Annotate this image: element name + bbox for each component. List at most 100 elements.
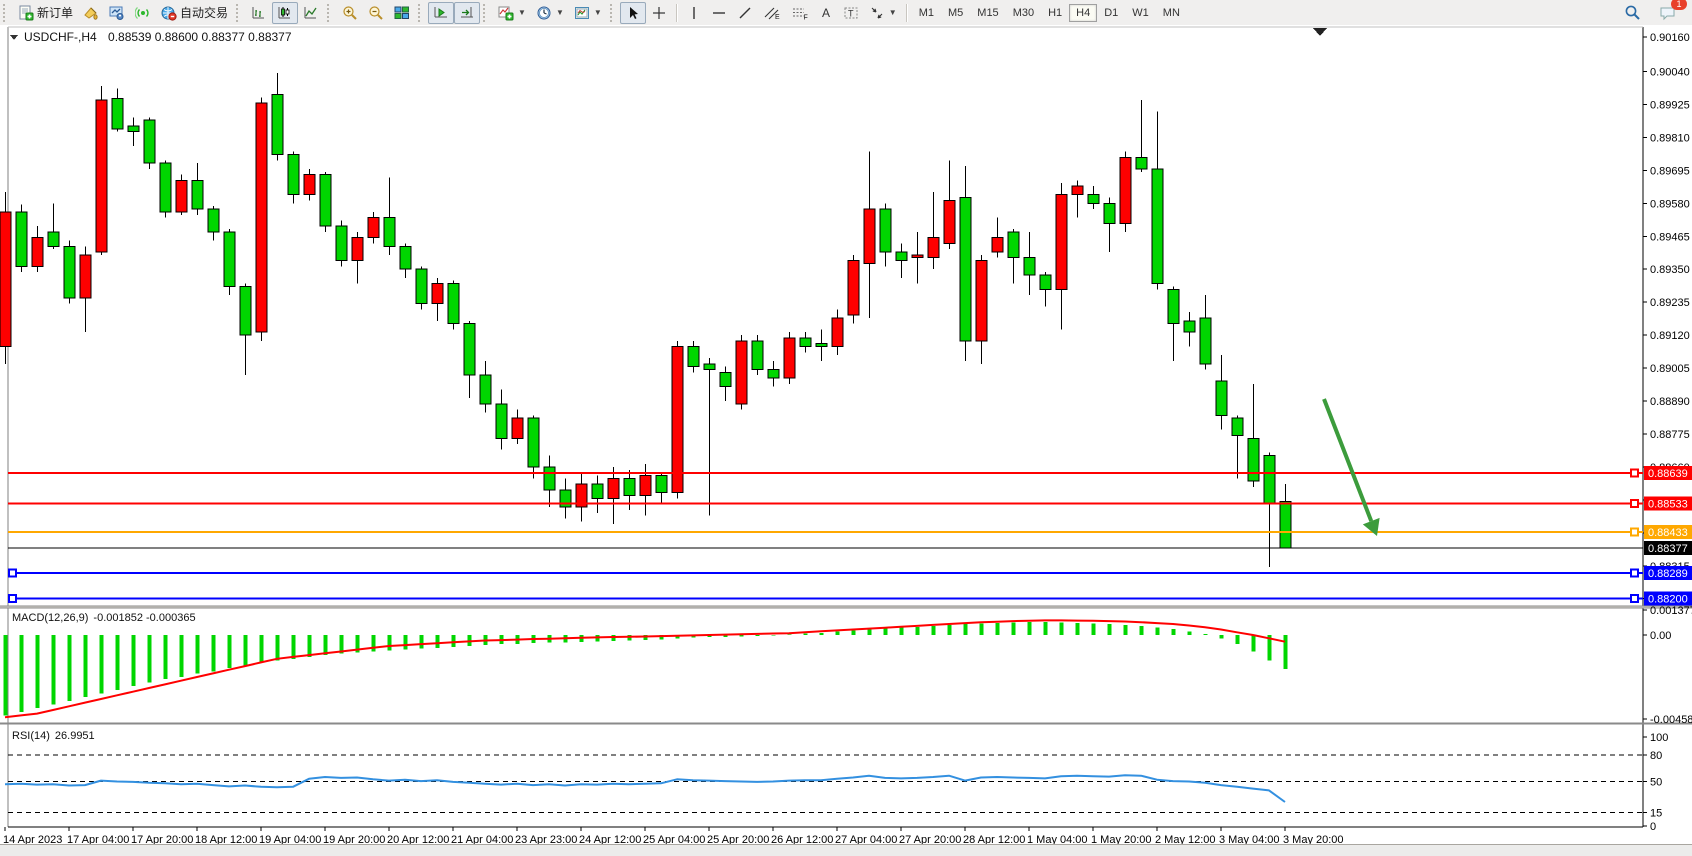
svg-text:0.89465: 0.89465	[1650, 231, 1690, 243]
tile-windows-icon	[394, 5, 410, 21]
candlestick-chart-button[interactable]	[272, 2, 298, 24]
indicators-caret: ▼	[518, 8, 526, 17]
timeframe-H1[interactable]: H1	[1041, 4, 1069, 22]
periods-caret: ▼	[556, 8, 564, 17]
arrows-button[interactable]: ▼	[864, 2, 902, 24]
svg-text:0.89695: 0.89695	[1650, 165, 1690, 177]
svg-text:15: 15	[1650, 808, 1662, 820]
shapes-arrows-icon	[869, 5, 885, 21]
price-label: 0.88289	[1648, 568, 1688, 580]
svg-text:F: F	[803, 14, 807, 21]
notifications-button[interactable]: 1	[1654, 2, 1682, 24]
arrows-caret: ▼	[889, 8, 897, 17]
tile-windows-button[interactable]	[389, 2, 415, 24]
trendline-button[interactable]	[732, 2, 758, 24]
cursor-arrow-icon	[625, 5, 641, 21]
svg-text:E: E	[775, 14, 780, 21]
svg-text:80: 80	[1650, 750, 1662, 762]
svg-text:0.89350: 0.89350	[1650, 264, 1690, 276]
auto-trading-icon	[161, 5, 177, 21]
svg-text:50: 50	[1650, 777, 1662, 789]
svg-text:0.001377: 0.001377	[1650, 605, 1692, 617]
timeframe-D1[interactable]: D1	[1097, 4, 1125, 22]
svg-text:0.90040: 0.90040	[1650, 66, 1690, 78]
status-bar	[0, 844, 1692, 856]
chart-area[interactable]: 0.901600.900400.899250.898100.896950.895…	[0, 25, 1692, 845]
svg-text:0.89580: 0.89580	[1650, 198, 1690, 210]
chart-shift-button[interactable]	[454, 2, 480, 24]
paint-bucket-icon	[83, 5, 99, 21]
price-label: 0.88639	[1648, 468, 1688, 480]
zoom-in-icon	[342, 5, 358, 21]
timeframe-M15[interactable]: M15	[970, 4, 1005, 22]
equidistant-channel-icon: E	[763, 5, 781, 21]
level-handle-right[interactable]	[1631, 570, 1638, 577]
search-button[interactable]	[1619, 1, 1646, 24]
vertical-line-button[interactable]	[682, 2, 706, 24]
timeframe-M1[interactable]: M1	[912, 4, 941, 22]
indicators-button[interactable]: ▼	[493, 2, 531, 24]
new-order-label: 新订单	[37, 4, 73, 21]
timeframe-M5[interactable]: M5	[941, 4, 970, 22]
svg-text:0.89235: 0.89235	[1650, 297, 1690, 309]
chart-shift-icon	[459, 5, 475, 21]
terminal-icon	[109, 5, 125, 21]
notification-badge: 1	[1671, 0, 1687, 10]
new-order-button[interactable]: 新订单	[13, 1, 78, 24]
timeframe-M30[interactable]: M30	[1006, 4, 1041, 22]
trendline-icon	[737, 5, 753, 21]
channel-button[interactable]: E	[758, 2, 786, 24]
crosshair-icon	[651, 5, 667, 21]
timeframe-H4[interactable]: H4	[1069, 4, 1097, 22]
styler-button[interactable]	[78, 2, 104, 24]
chart-ohlc: 0.88539 0.88600 0.88377 0.88377	[108, 30, 292, 44]
horizontal-line-button[interactable]	[706, 2, 732, 24]
level-handle-right[interactable]	[1631, 469, 1638, 476]
svg-text:-0.004588: -0.004588	[1650, 714, 1692, 726]
new-order-icon	[18, 5, 34, 21]
price-label: 0.88533	[1648, 498, 1688, 510]
templates-button[interactable]: ▼	[569, 2, 607, 24]
text-button[interactable]: A	[814, 2, 838, 24]
market-watch-button[interactable]	[104, 2, 130, 24]
signals-button[interactable]	[130, 2, 156, 24]
svg-text:0.00: 0.00	[1650, 630, 1671, 642]
line-chart-button[interactable]	[298, 2, 324, 24]
search-icon	[1624, 4, 1641, 21]
svg-text:0.89005: 0.89005	[1650, 363, 1690, 375]
svg-text:0.88775: 0.88775	[1650, 429, 1690, 441]
auto-scroll-button[interactable]	[428, 2, 454, 24]
level-handle-left[interactable]	[9, 595, 16, 602]
svg-text:100: 100	[1650, 732, 1668, 744]
main-toolbar: 新订单 自动交易	[0, 0, 1692, 26]
price-label: 0.88377	[1648, 543, 1688, 555]
svg-text:0.89925: 0.89925	[1650, 99, 1690, 111]
level-handle-right[interactable]	[1631, 595, 1638, 602]
cursor-button[interactable]	[620, 2, 646, 24]
svg-text:A: A	[822, 6, 830, 20]
toolbar-grip[interactable]	[3, 4, 10, 22]
timeframe-W1[interactable]: W1	[1125, 4, 1156, 22]
text-label-button[interactable]: T	[838, 2, 864, 24]
svg-text:USDCHF-,H4 0.88539 0: USDCHF-,H4 0.88539 0.88600 0.88377 0.883…	[24, 30, 292, 44]
level-handle-left[interactable]	[9, 570, 16, 577]
fibonacci-button[interactable]: F	[786, 2, 814, 24]
price-label: 0.88433	[1648, 527, 1688, 539]
indicators-icon	[498, 5, 514, 21]
auto-trading-button[interactable]: 自动交易	[156, 1, 233, 24]
svg-text:0.88890: 0.88890	[1650, 396, 1690, 408]
svg-text:T: T	[848, 8, 854, 18]
timeframe-MN[interactable]: MN	[1156, 4, 1187, 22]
zoom-in-button[interactable]	[337, 2, 363, 24]
level-handle-right[interactable]	[1631, 500, 1638, 507]
macd-label: MACD(12,26,9)-0.001852 -0.000365	[12, 612, 196, 624]
crosshair-button[interactable]	[646, 2, 672, 24]
chart-title-row: USDCHF-,H4 0.88539 0.88600 0.88377 0.883…	[10, 30, 292, 44]
level-handle-right[interactable]	[1631, 528, 1638, 535]
bar-chart-button[interactable]	[246, 2, 272, 24]
periods-button[interactable]: ▼	[531, 2, 569, 24]
svg-text:0.90160: 0.90160	[1650, 32, 1690, 44]
clock-icon	[536, 5, 552, 21]
mt4-window: 新订单 自动交易	[0, 0, 1692, 856]
zoom-out-button[interactable]	[363, 2, 389, 24]
